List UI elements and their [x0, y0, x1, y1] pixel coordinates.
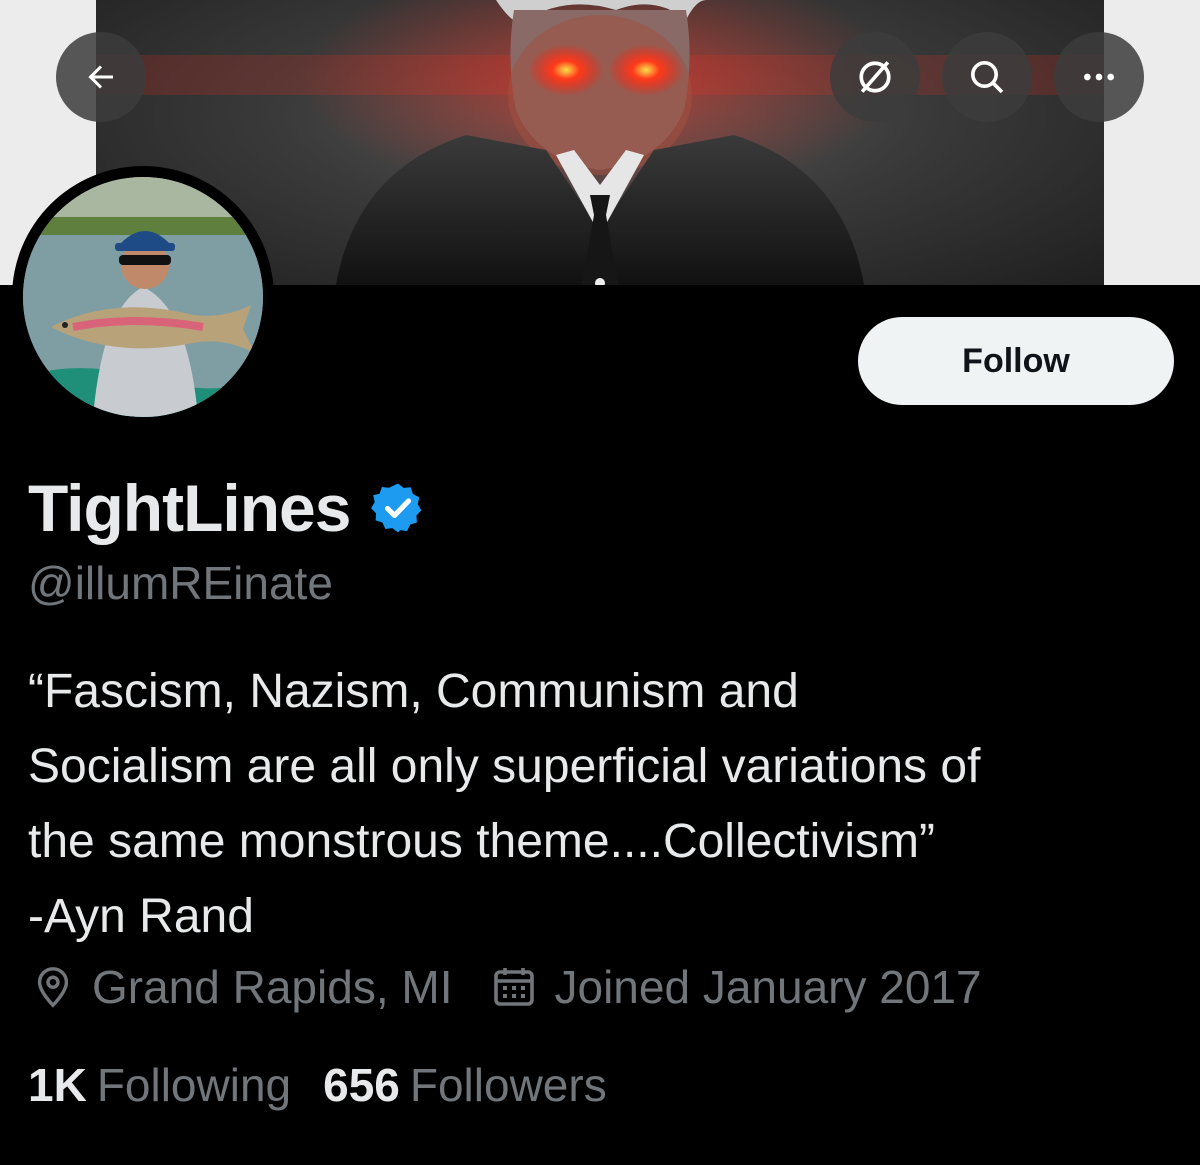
avatar-border	[12, 166, 274, 428]
display-name: TightLines	[28, 471, 351, 545]
search-icon	[971, 61, 1004, 94]
following-stat[interactable]: 1K Following	[28, 1058, 291, 1112]
follow-stats: 1K Following 656 Followers	[28, 1058, 639, 1112]
name-row: TightLines	[28, 470, 426, 546]
following-label: Following	[96, 1059, 292, 1111]
location-pin-icon	[37, 967, 69, 1008]
following-count: 1K	[28, 1059, 87, 1111]
avatar-photo	[23, 177, 263, 417]
circle-slash-icon	[859, 61, 891, 93]
user-handle: @illumREinate	[28, 557, 333, 609]
location-text: Grand Rapids, MI	[92, 961, 453, 1013]
back-button[interactable]	[56, 32, 146, 122]
profile-meta: Grand Rapids, MI Joined January 2017	[30, 960, 1020, 1014]
search-button[interactable]	[942, 32, 1032, 122]
mute-button[interactable]	[830, 32, 920, 122]
more-options-button[interactable]	[1054, 32, 1144, 122]
calendar-icon	[494, 968, 535, 1006]
ellipsis-icon	[1084, 73, 1114, 81]
verified-badge-icon[interactable]	[370, 480, 426, 536]
arrow-left-icon	[88, 65, 113, 89]
joined-text: Joined January 2017	[554, 961, 982, 1013]
followers-stat[interactable]: 656 Followers	[323, 1058, 607, 1112]
followers-count: 656	[323, 1059, 400, 1111]
follow-button[interactable]: Follow	[858, 317, 1174, 405]
profile-bio: “Fascism, Nazism, Communism and Socialis…	[28, 665, 981, 943]
followers-label: Followers	[409, 1059, 607, 1111]
location-item: Grand Rapids, MI	[30, 960, 452, 1014]
avatar[interactable]	[23, 177, 263, 417]
joined-item: Joined January 2017	[490, 960, 982, 1014]
